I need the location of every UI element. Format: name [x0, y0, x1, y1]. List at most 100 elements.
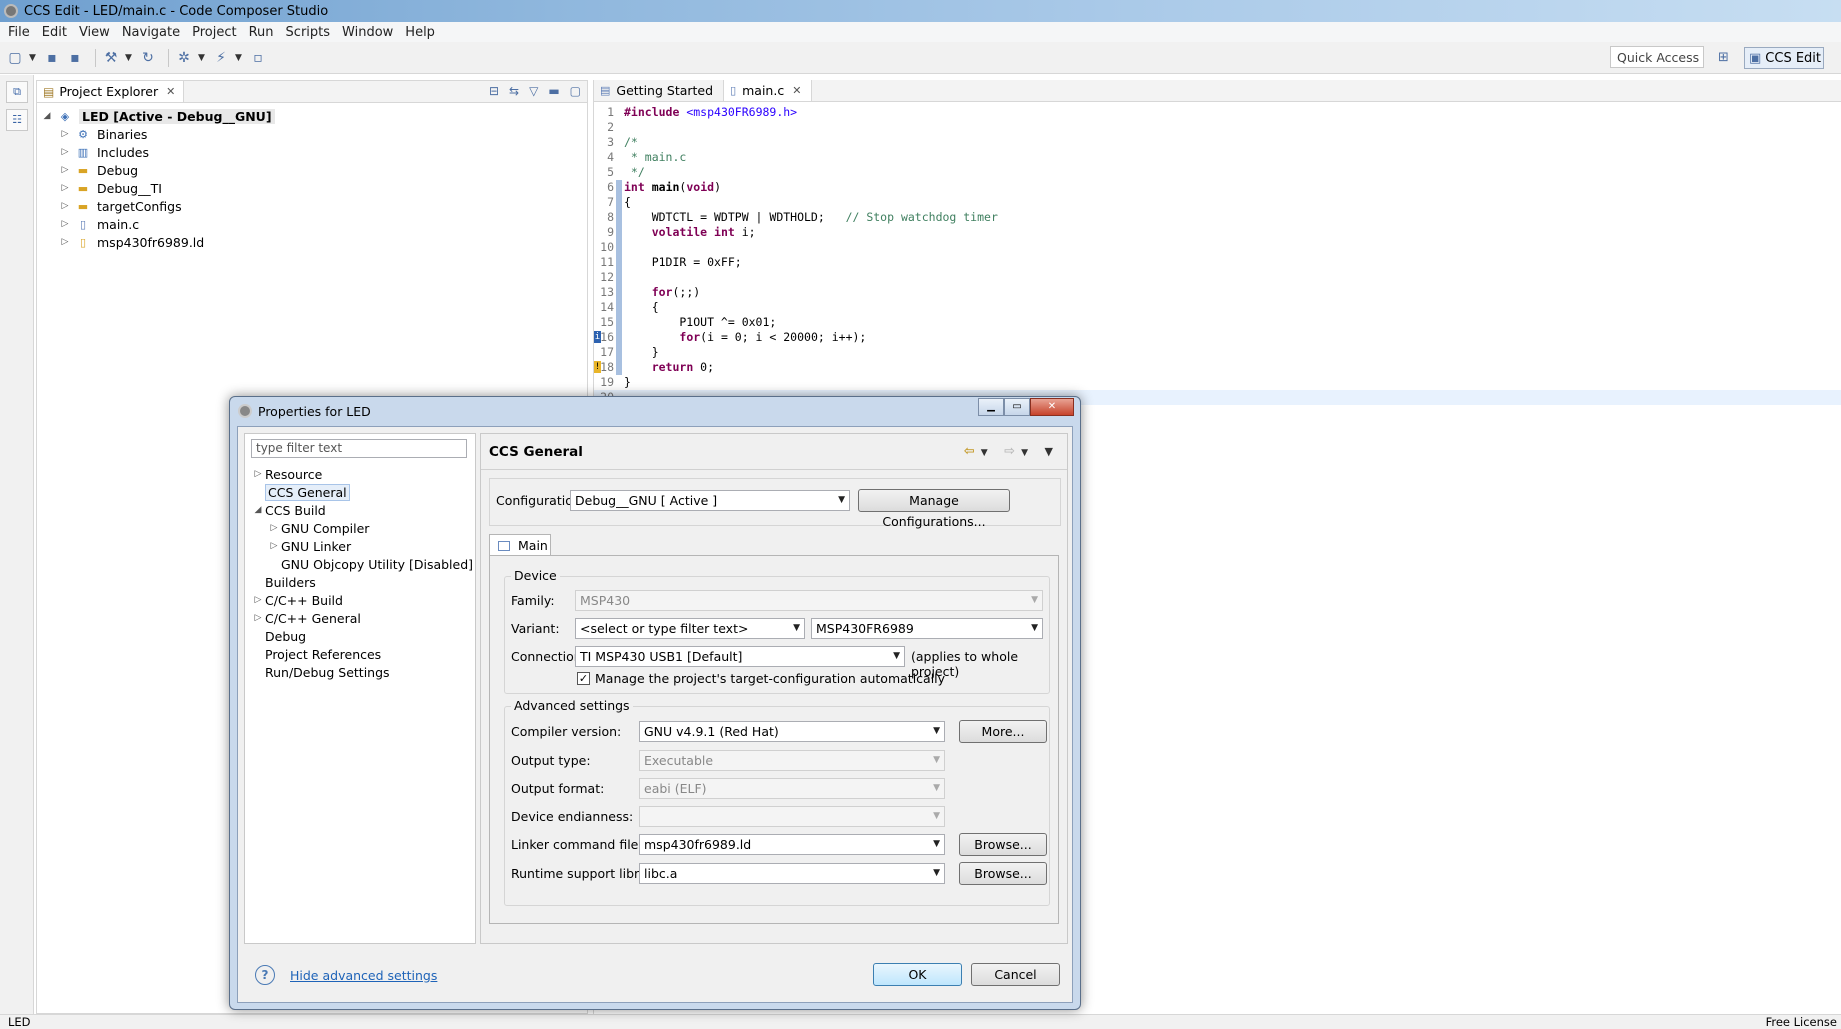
- menu-window[interactable]: Window: [338, 25, 401, 40]
- minimize-icon[interactable]: ▬: [548, 84, 559, 98]
- code-line[interactable]: 1 #include <msp430FR6989.h>: [594, 105, 1841, 120]
- code-line[interactable]: 9 volatile int i;: [594, 225, 1841, 240]
- flash-dropdown-icon[interactable]: ▼: [235, 53, 243, 63]
- menu-dropdown-icon[interactable]: ▼: [1045, 445, 1059, 458]
- collapsed-twisty-icon[interactable]: ▷: [59, 147, 71, 157]
- refresh-icon[interactable]: ↻: [139, 49, 157, 67]
- menu-scripts[interactable]: Scripts: [282, 25, 338, 40]
- menu-run[interactable]: Run: [245, 25, 282, 40]
- code-line[interactable]: 3 /*: [594, 135, 1841, 150]
- collapsed-twisty-icon[interactable]: ▷: [59, 219, 71, 229]
- save-icon[interactable]: ▪: [43, 49, 61, 67]
- menu-project[interactable]: Project: [188, 25, 244, 40]
- code-line[interactable]: 14 {: [594, 300, 1841, 315]
- link-editor-icon[interactable]: ⇆: [509, 84, 519, 98]
- code-line[interactable]: 7{: [594, 195, 1841, 210]
- menu-edit[interactable]: Edit: [38, 25, 75, 40]
- code-line[interactable]: 19}: [594, 375, 1841, 390]
- forward-dropdown-icon[interactable]: ▼: [1021, 448, 1034, 458]
- collapsed-twisty-icon[interactable]: ▷: [59, 237, 71, 247]
- tree-item[interactable]: ▷ ▬ Debug__TI: [37, 179, 587, 197]
- new-dropdown-icon[interactable]: ▼: [29, 53, 37, 63]
- help-icon[interactable]: ?: [255, 965, 275, 985]
- build-dropdown-icon[interactable]: ▼: [125, 53, 133, 63]
- tree-root-led[interactable]: ◢ ◈ LED [Active - Debug__GNU]: [37, 107, 587, 125]
- browse-runtime-button[interactable]: Browse...: [959, 862, 1047, 885]
- outline-icon[interactable]: ☷: [6, 109, 28, 131]
- property-page-item[interactable]: Project References: [251, 645, 473, 663]
- tree-item[interactable]: ▷ ▯ msp430fr6989.ld: [37, 233, 587, 251]
- property-page-item[interactable]: ▷ Resource: [251, 465, 473, 483]
- flash-icon[interactable]: ⚡: [212, 49, 230, 67]
- tree-item[interactable]: ▷ ▬ Debug: [37, 161, 587, 179]
- minimize-icon[interactable]: ▁: [978, 398, 1004, 416]
- tab-main[interactable]: Main: [489, 534, 551, 556]
- tab-project-explorer[interactable]: ▤ Project Explorer ✕: [37, 81, 185, 102]
- debug-icon[interactable]: ✲: [175, 49, 193, 67]
- tab-getting-started[interactable]: ▤ Getting Started: [594, 80, 725, 101]
- variant-select[interactable]: MSP430FR6989 ▼: [811, 618, 1043, 639]
- property-page-item[interactable]: ▷ C/C++ Build: [251, 591, 473, 609]
- property-page-item[interactable]: GNU Objcopy Utility [Disabled]: [251, 555, 473, 573]
- tree-item[interactable]: ▷ ▯ main.c: [37, 215, 587, 233]
- expanded-twisty-icon[interactable]: ◢: [251, 505, 265, 515]
- disabled-tool-icon[interactable]: ▫: [249, 49, 267, 67]
- save-all-icon[interactable]: ▪: [66, 49, 84, 67]
- close-icon[interactable]: ✕: [166, 85, 175, 98]
- forward-arrow-icon[interactable]: ⇨: [1004, 444, 1021, 459]
- tree-item[interactable]: ▷ ▬ targetConfigs: [37, 197, 587, 215]
- code-line[interactable]: 6 int main(void): [594, 180, 1841, 195]
- back-dropdown-icon[interactable]: ▼: [981, 448, 994, 458]
- linker-command-file-select[interactable]: msp430fr6989.ld ▼: [639, 834, 945, 855]
- restore-icon[interactable]: ⧉: [6, 81, 28, 103]
- cancel-button[interactable]: Cancel: [971, 963, 1060, 986]
- tab-main-c[interactable]: ▯ main.c ✕: [724, 80, 813, 101]
- configuration-select[interactable]: Debug__GNU [ Active ] ▼: [570, 490, 850, 511]
- ok-button[interactable]: OK: [873, 963, 962, 986]
- code-line[interactable]: 16 i for(i = 0; i < 20000; i++);: [594, 330, 1841, 345]
- property-page-item[interactable]: CCS General: [251, 483, 473, 501]
- runtime-library-select[interactable]: libc.a ▼: [639, 863, 945, 884]
- info-marker-icon[interactable]: i: [594, 331, 601, 343]
- compiler-version-select[interactable]: GNU v4.9.1 (Red Hat) ▼: [639, 721, 945, 742]
- collapsed-twisty-icon[interactable]: ▷: [267, 541, 281, 551]
- code-line[interactable]: 17 }: [594, 345, 1841, 360]
- code-line[interactable]: 13 for(;;): [594, 285, 1841, 300]
- view-menu-icon[interactable]: ▽: [529, 84, 538, 98]
- property-page-item[interactable]: Run/Debug Settings: [251, 663, 473, 681]
- code-line[interactable]: 15 P1OUT ^= 0x01;: [594, 315, 1841, 330]
- open-perspective-icon[interactable]: ⊞: [1718, 50, 1729, 65]
- collapsed-twisty-icon[interactable]: ▷: [59, 129, 71, 139]
- close-icon[interactable]: ✕: [792, 84, 801, 97]
- collapsed-twisty-icon[interactable]: ▷: [251, 469, 265, 479]
- manage-configurations-button[interactable]: Manage Configurations...: [858, 489, 1010, 529]
- collapsed-twisty-icon[interactable]: ▷: [59, 165, 71, 175]
- close-icon[interactable]: ✕: [1030, 398, 1074, 416]
- property-page-item[interactable]: ▷ GNU Linker: [251, 537, 473, 555]
- code-line[interactable]: 5 */: [594, 165, 1841, 180]
- more-button[interactable]: More...: [959, 720, 1047, 743]
- tree-item[interactable]: ▷ ⚙ Binaries: [37, 125, 587, 143]
- variant-filter-select[interactable]: <select or type filter text> ▼: [575, 618, 805, 639]
- tree-item[interactable]: ▷ ▥ Includes: [37, 143, 587, 161]
- code-line[interactable]: 2: [594, 120, 1841, 135]
- connection-select[interactable]: TI MSP430 USB1 [Default] ▼: [575, 646, 905, 667]
- maximize-icon[interactable]: ▢: [570, 84, 581, 98]
- build-icon[interactable]: ⚒: [102, 49, 120, 67]
- debug-dropdown-icon[interactable]: ▼: [198, 53, 206, 63]
- property-page-item[interactable]: Builders: [251, 573, 473, 591]
- menu-navigate[interactable]: Navigate: [118, 25, 188, 40]
- new-icon[interactable]: ▢: [6, 49, 24, 67]
- property-page-item[interactable]: ◢ CCS Build: [251, 501, 473, 519]
- expanded-twisty-icon[interactable]: ◢: [41, 111, 53, 121]
- collapse-all-icon[interactable]: ⊟: [489, 84, 499, 98]
- hide-advanced-settings-link[interactable]: Hide advanced settings: [290, 968, 437, 983]
- menu-file[interactable]: File: [4, 25, 38, 40]
- property-page-item[interactable]: ▷ C/C++ General: [251, 609, 473, 627]
- collapsed-twisty-icon[interactable]: ▷: [59, 201, 71, 211]
- filter-input[interactable]: type filter text: [251, 439, 467, 458]
- property-page-item[interactable]: Debug: [251, 627, 473, 645]
- maximize-icon[interactable]: ▭: [1004, 398, 1030, 416]
- collapsed-twisty-icon[interactable]: ▷: [251, 595, 265, 605]
- browse-linker-button[interactable]: Browse...: [959, 833, 1047, 856]
